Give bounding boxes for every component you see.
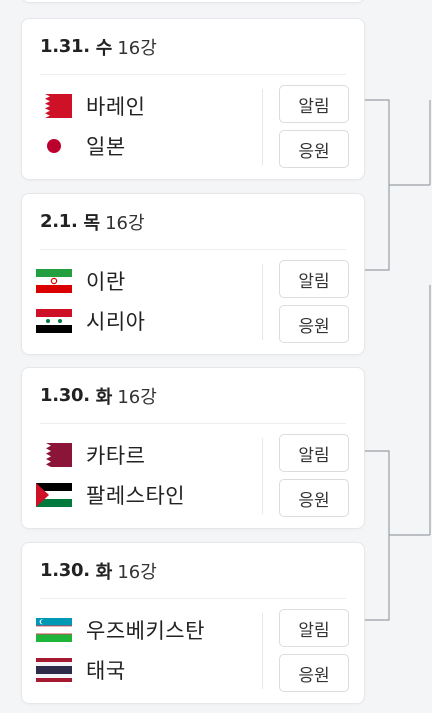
match-round: 16강 <box>105 212 145 234</box>
cheer-button[interactable]: 응원 <box>279 130 349 168</box>
team-row: 바레인 <box>36 91 145 121</box>
cheer-button[interactable]: 응원 <box>279 479 349 517</box>
team-row: 카타르 <box>36 440 145 470</box>
japan-flag-icon <box>36 134 72 158</box>
match-round: 16강 <box>117 386 157 408</box>
alert-button[interactable]: 알림 <box>279 85 349 123</box>
team-name: 바레인 <box>86 95 146 119</box>
alert-button[interactable]: 알림 <box>279 609 349 647</box>
team-row: 일본 <box>36 131 126 161</box>
team-row: 우즈베키스탄 <box>36 615 205 645</box>
uzbekistan-flag-icon <box>36 618 72 642</box>
bracket-connector-1 <box>365 99 390 271</box>
team-name: 카타르 <box>86 444 146 468</box>
cheer-button[interactable]: 응원 <box>279 305 349 343</box>
match-day: 화 <box>95 561 113 583</box>
thailand-flag-icon <box>36 658 72 682</box>
team-row: 태국 <box>36 655 126 685</box>
match-date: 1.31. <box>40 36 90 57</box>
team-name: 팔레스타인 <box>86 484 186 508</box>
divider <box>262 438 263 514</box>
match-day: 화 <box>95 386 113 408</box>
match-day: 수 <box>95 37 113 59</box>
syria-flag-icon <box>36 309 72 333</box>
alert-button[interactable]: 알림 <box>279 434 349 472</box>
divider <box>262 264 263 340</box>
palestine-flag-icon <box>36 483 72 507</box>
qatar-flag-icon <box>36 443 72 467</box>
bracket-connector-2 <box>365 450 390 621</box>
team-name: 태국 <box>86 659 126 683</box>
team-name: 우즈베키스탄 <box>86 619 205 643</box>
alert-button[interactable]: 알림 <box>279 260 349 298</box>
team-row: 팔레스타인 <box>36 480 185 510</box>
bahrain-flag-icon <box>36 94 72 118</box>
match-round: 16강 <box>117 561 157 583</box>
match-day: 목 <box>83 212 101 234</box>
team-name: 이란 <box>86 270 126 294</box>
match-header: 1.30. 화 16강 <box>40 368 346 424</box>
divider <box>262 613 263 689</box>
match-round: 16강 <box>117 37 157 59</box>
match-card: 2.1. 목 16강 이란 시리아 알림 응원 <box>22 194 364 354</box>
match-card: 1.30. 화 16강 우즈베키스탄 태국 알림 응원 <box>22 543 364 703</box>
match-date: 2.1. <box>40 211 78 232</box>
match-header: 1.30. 화 16강 <box>40 543 346 599</box>
team-name: 일본 <box>86 135 126 159</box>
iran-flag-icon <box>36 269 72 293</box>
match-card: 1.30. 화 16강 카타르 팔레스타인 알림 응원 <box>22 368 364 528</box>
team-row: 시리아 <box>36 306 145 336</box>
team-row: 이란 <box>36 266 126 296</box>
cheer-button[interactable]: 응원 <box>279 654 349 692</box>
match-header: 2.1. 목 16강 <box>40 194 346 250</box>
match-card: 1.31. 수 16강 바레인 일본 알림 응원 <box>22 19 364 179</box>
team-name: 시리아 <box>86 310 146 334</box>
match-date: 1.30. <box>40 385 90 406</box>
match-header: 1.31. 수 16강 <box>40 19 346 75</box>
divider <box>262 89 263 165</box>
match-date: 1.30. <box>40 560 90 581</box>
